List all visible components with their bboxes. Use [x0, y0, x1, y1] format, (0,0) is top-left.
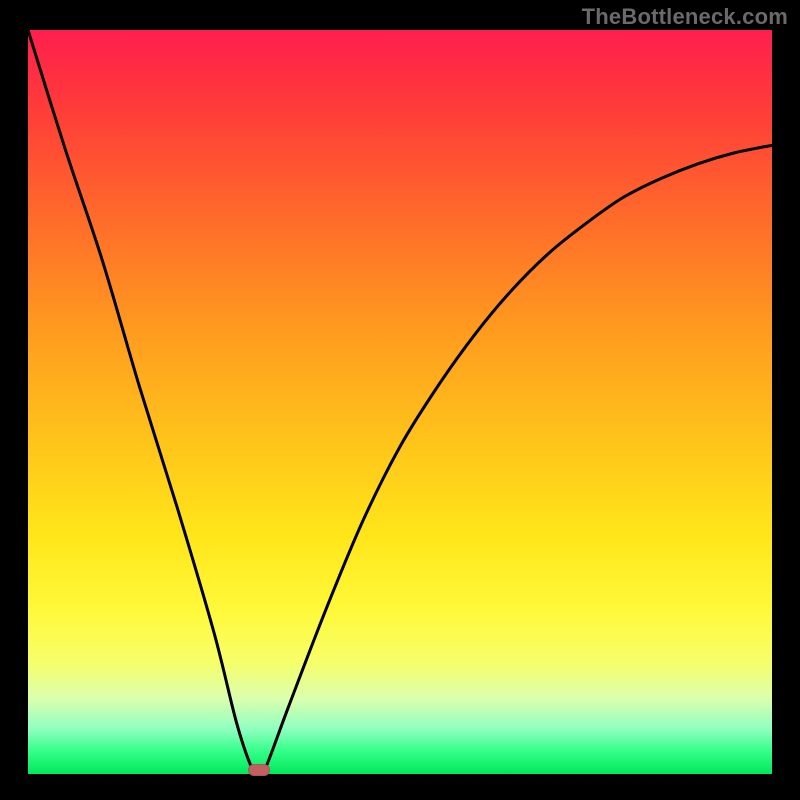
chart-frame: TheBottleneck.com [0, 0, 800, 800]
plot-area [28, 30, 772, 774]
curve-layer [28, 30, 772, 774]
watermark-text: TheBottleneck.com [582, 4, 788, 30]
bottleneck-curve [28, 30, 772, 774]
min-marker [248, 764, 270, 776]
